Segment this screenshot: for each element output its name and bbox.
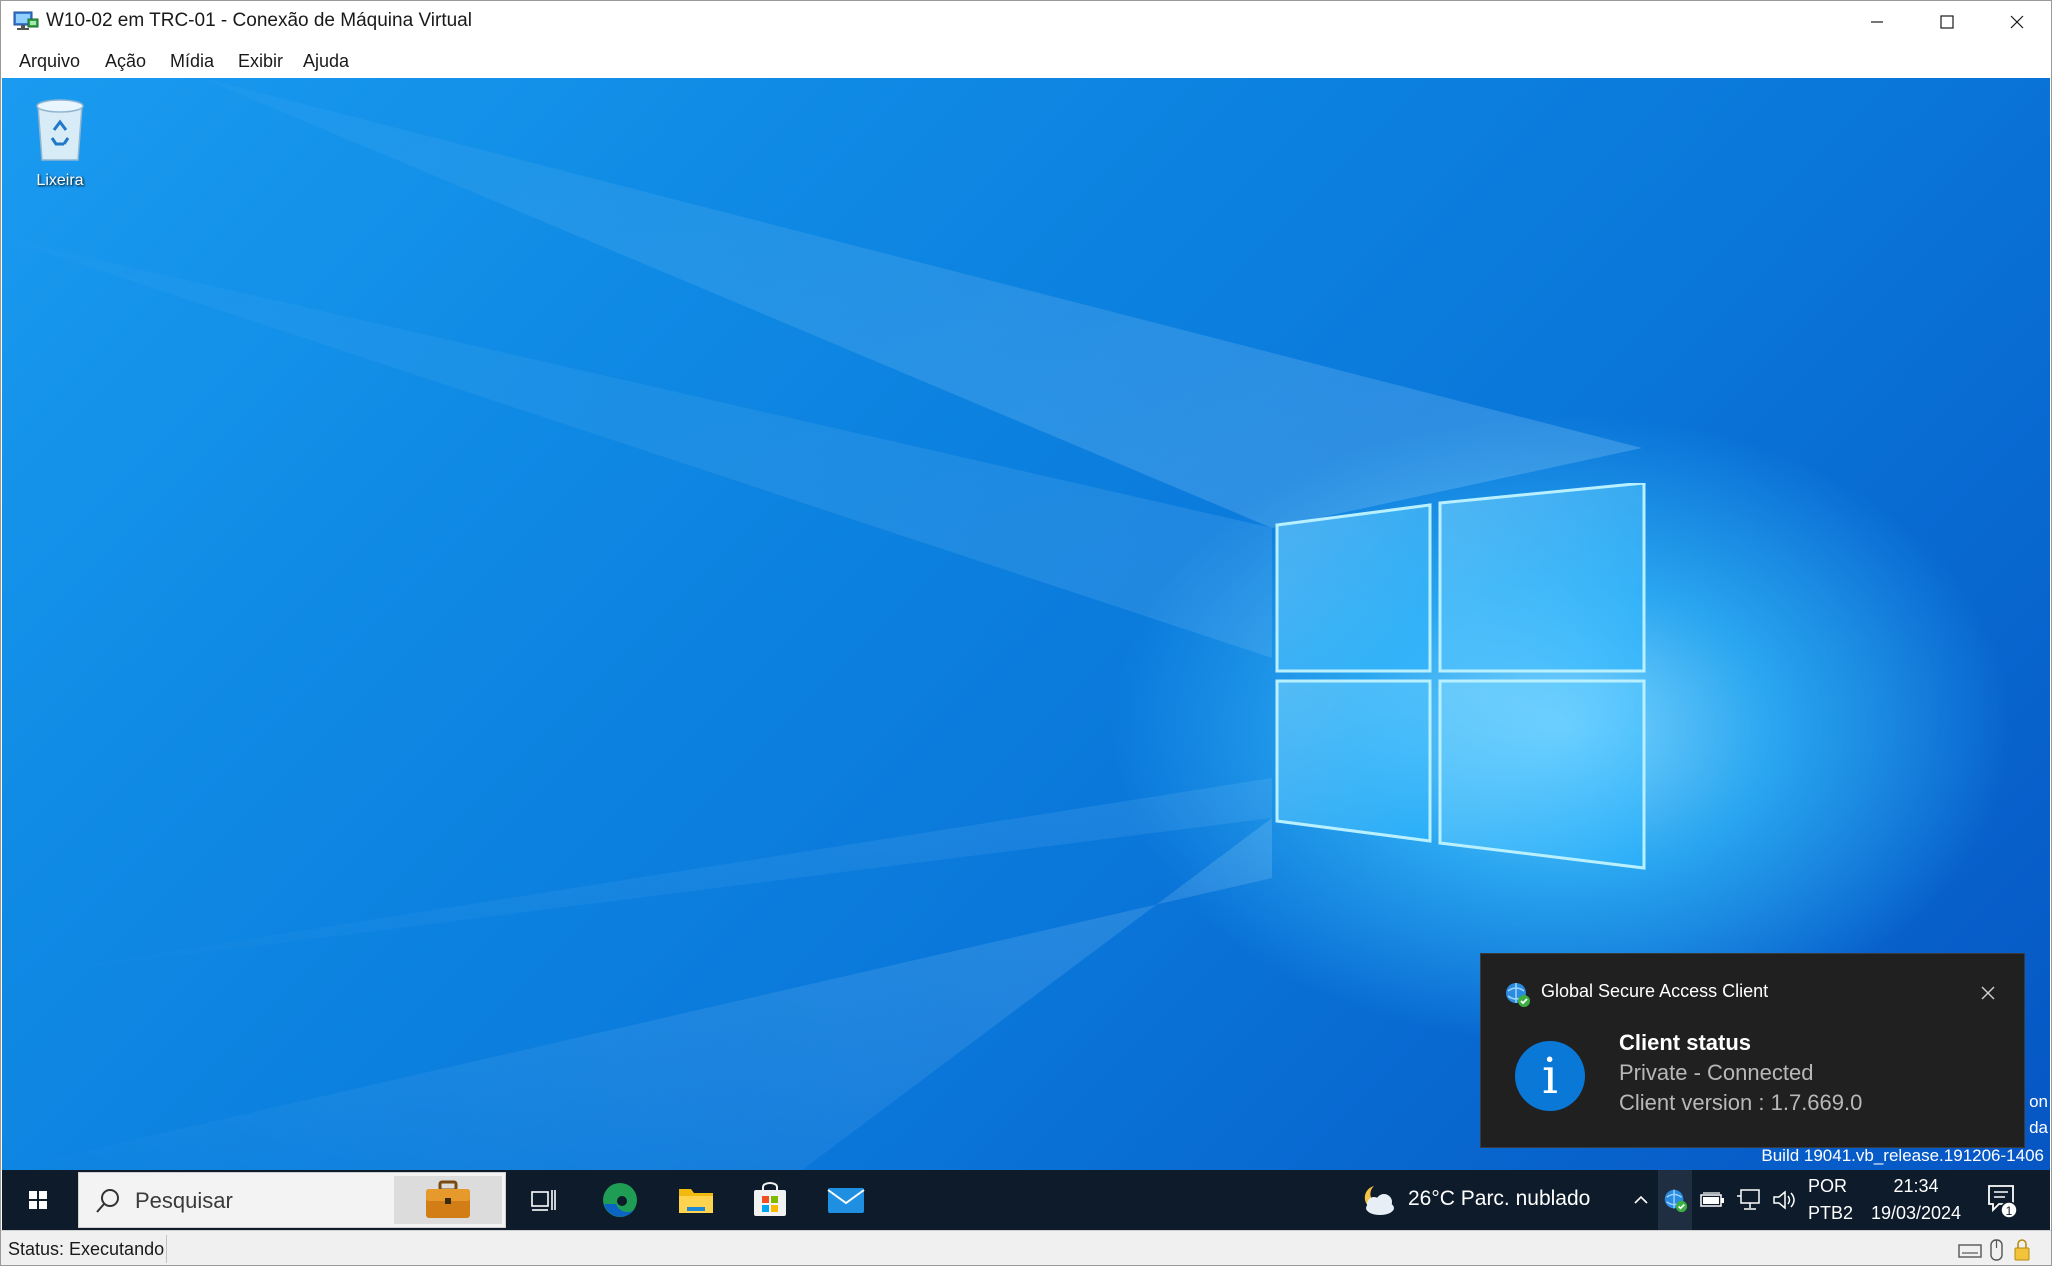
minimize-icon (1871, 21, 1883, 23)
taskbar-search-box[interactable]: Pesquisar (78, 1172, 506, 1228)
close-icon (2010, 15, 2024, 29)
start-button[interactable] (2, 1170, 74, 1230)
menu-ajuda[interactable]: Ajuda (303, 51, 349, 72)
mail-icon (827, 1188, 865, 1213)
maximize-button[interactable] (1912, 0, 1982, 44)
task-view-button[interactable] (510, 1170, 578, 1230)
edge-icon (603, 1183, 637, 1217)
status-indicator-icons (1958, 1239, 2030, 1261)
toast-title: Client status (1619, 1030, 1752, 1055)
windows-start-icon (29, 1191, 47, 1209)
clock-date[interactable]: 19/03/2024 (1864, 1203, 1968, 1224)
status-separator (166, 1235, 167, 1263)
maximize-icon (1940, 15, 1954, 29)
taskbar: Pesquisar 26°C Parc. nublado POR PTB2 21… (2, 1170, 2050, 1230)
info-icon: i (1515, 1041, 1585, 1111)
tray-global-secure-access[interactable] (1658, 1170, 1692, 1230)
lock-icon (2014, 1247, 2030, 1261)
globe-check-icon (1664, 1189, 1688, 1213)
tray-network[interactable] (1732, 1170, 1766, 1230)
vm-connection-icon (13, 11, 39, 30)
globe-check-icon (1506, 983, 1530, 1007)
task-view-icon (531, 1190, 556, 1211)
desktop-icon-recycle-bin[interactable]: Lixeira (20, 88, 100, 189)
chevron-up-icon (1634, 1195, 1648, 1204)
watermark-text: da (2029, 1118, 2048, 1137)
action-center-button[interactable]: 1 (1980, 1170, 2026, 1230)
toast-notification[interactable]: Global Secure Access Client i Client sta… (1480, 953, 2025, 1148)
input-layout[interactable]: PTB2 (1808, 1203, 1853, 1224)
minimize-button[interactable] (1842, 0, 1912, 44)
watermark-text: on (2029, 1092, 2048, 1111)
recycle-bin-icon (36, 99, 84, 161)
search-placeholder: Pesquisar (135, 1188, 233, 1213)
title-bar: W10-02 em TRC-01 - Conexão de Máquina Vi… (0, 0, 2052, 44)
window-title: W10-02 em TRC-01 - Conexão de Máquina Vi… (46, 10, 472, 31)
volume-icon (1773, 1190, 1795, 1210)
clock-time[interactable]: 21:34 (1872, 1176, 1960, 1197)
tray-volume[interactable] (1768, 1170, 1802, 1230)
desktop-icon-label: Lixeira (36, 172, 84, 189)
keyboard-icon (1958, 1244, 1982, 1258)
show-hidden-icons-button[interactable] (1628, 1170, 1654, 1230)
file-explorer-icon (679, 1189, 713, 1213)
status-bar: Status: Executando (0, 1230, 2052, 1266)
tray-battery[interactable] (1696, 1170, 1730, 1230)
file-explorer-button[interactable] (662, 1170, 730, 1230)
briefcase-icon (426, 1180, 470, 1218)
menu-exibir[interactable]: Exibir (238, 51, 283, 72)
network-icon (1737, 1189, 1760, 1210)
weather-text[interactable]: 26°C Parc. nublado (1408, 1187, 1590, 1211)
toast-status-text: Private - Connected (1619, 1060, 1814, 1085)
close-icon (1981, 986, 1995, 1000)
input-language[interactable]: POR (1808, 1176, 1847, 1197)
search-highlight-image[interactable] (394, 1176, 502, 1224)
menu-midia[interactable]: Mídia (170, 51, 214, 72)
status-text: Status: Executando (8, 1239, 165, 1259)
partly-cloudy-night-icon[interactable] (1358, 1182, 1398, 1218)
notification-icon: 1 (1988, 1185, 2018, 1219)
notification-count: 1 (2006, 1204, 2013, 1218)
toast-version-text: Client version : 1.7.669.0 (1619, 1090, 1863, 1115)
toast-close-button[interactable] (1971, 976, 2005, 1010)
store-button[interactable] (736, 1170, 804, 1230)
menu-acao[interactable]: Ação (105, 51, 146, 72)
search-icon (96, 1189, 119, 1213)
battery-icon (1700, 1192, 1724, 1207)
toast-app-name: Global Secure Access Client (1541, 981, 1769, 1001)
menu-arquivo[interactable]: Arquivo (19, 51, 80, 72)
close-button[interactable] (1982, 0, 2052, 44)
mail-button[interactable] (812, 1170, 880, 1230)
store-icon (754, 1182, 786, 1216)
edge-taskbar-button[interactable] (586, 1170, 654, 1230)
menu-bar: Arquivo Ação Mídia Exibir Ajuda (0, 44, 2052, 78)
windows-logo-wallpaper (1275, 483, 1646, 870)
build-watermark: Build 19041.vb_release.191206-1406 (1761, 1146, 2044, 1165)
